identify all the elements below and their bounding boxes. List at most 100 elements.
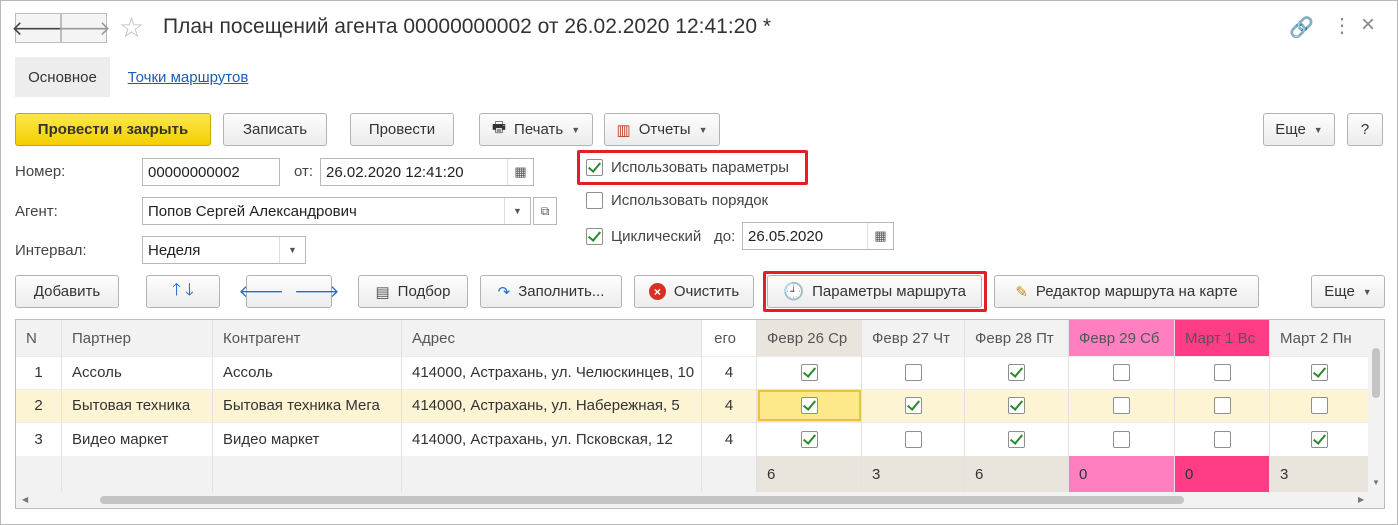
day-cell[interactable] [1175,389,1270,422]
agent-label: Агент: [15,203,58,220]
move-left-right-buttons[interactable]: 🡐 🡒 [238,275,340,308]
day-cell[interactable] [1069,389,1175,422]
horizontal-scrollbar[interactable]: ◀ ▶ [16,492,1384,508]
link-icon[interactable]: 🔗 [1289,15,1314,40]
forward-button[interactable]: 🡒 [57,13,111,43]
visit-checkbox[interactable] [1008,430,1025,448]
save-button[interactable]: Записать [223,113,327,146]
header-day[interactable]: Март 1 Вс [1175,320,1270,356]
arrow-down-icon[interactable]: 🡓 [185,277,194,306]
move-up-down-buttons[interactable]: 🡑 🡓 [146,275,220,308]
add-button[interactable]: Добавить [15,275,119,308]
header-day[interactable]: Февр 28 Пт [965,320,1069,356]
print-button[interactable]: 🖶 Печать ▼ [479,113,593,146]
day-cell[interactable] [862,356,965,389]
header-count[interactable]: его [702,320,757,356]
day-cell[interactable] [965,422,1069,456]
favorite-star-icon[interactable]: ☆ [119,11,144,44]
day-cell[interactable] [1270,356,1370,389]
map-editor-label: Редактор маршрута на карте [1035,283,1238,300]
visit-checkbox[interactable] [1213,397,1231,414]
clear-button[interactable]: × Очистить [634,275,754,308]
header-day[interactable]: Февр 26 Ср [757,320,862,356]
visit-checkbox[interactable] [1311,397,1328,414]
chevron-down-icon[interactable]: ▼ [279,237,305,263]
day-cell[interactable] [757,356,862,389]
use-order-checkbox[interactable] [586,192,603,209]
horizontal-scroll-thumb[interactable] [100,496,1184,504]
visit-checkbox[interactable] [1113,364,1130,381]
calendar-icon[interactable]: ▦ [867,223,893,249]
pick-button[interactable]: ▤ Подбор [358,275,468,308]
calendar-icon[interactable]: ▦ [507,159,533,185]
until-date-field[interactable]: 26.05.2020 ▦ [742,222,894,250]
interval-select[interactable]: Неделя ▼ [142,236,306,264]
header-number[interactable]: N [16,320,62,356]
header-partner[interactable]: Партнер [62,320,213,356]
visit-checkbox[interactable] [1311,430,1328,448]
date-field[interactable]: 26.02.2020 12:41:20 ▦ [320,158,534,186]
header-address[interactable]: Адрес [402,320,702,356]
table-more-button[interactable]: Еще ▼ [1311,275,1385,308]
fill-button[interactable]: ↷ Заполнить... [480,275,622,308]
header-day[interactable]: Март 2 Пн [1270,320,1370,356]
visit-checkbox[interactable] [904,397,922,414]
vertical-scrollbar[interactable]: ▼ [1368,320,1384,494]
day-cell[interactable] [1069,356,1175,389]
chevron-down-icon: ▼ [1362,286,1372,297]
more-button[interactable]: Еще ▼ [1263,113,1335,146]
scroll-left-icon[interactable]: ◀ [22,495,28,504]
day-cell[interactable] [1270,422,1370,456]
day-cell[interactable] [1069,422,1175,456]
day-cell[interactable] [965,356,1069,389]
visit-checkbox[interactable] [904,364,922,381]
scroll-right-icon[interactable]: ▶ [1358,495,1364,504]
arrow-left-icon[interactable]: 🡐 [238,282,284,302]
day-cell[interactable] [757,422,862,456]
close-icon[interactable]: × [1361,11,1375,39]
visit-checkbox[interactable] [1008,364,1025,381]
day-cell[interactable] [1270,389,1370,422]
post-button[interactable]: Провести [350,113,454,146]
day-cell[interactable] [1175,356,1270,389]
visit-checkbox[interactable] [800,364,818,381]
open-item-icon[interactable]: ⧉ [533,197,557,225]
vertical-scroll-thumb[interactable] [1372,348,1380,398]
post-and-close-button[interactable]: Провести и закрыть [15,113,211,146]
chevron-down-icon[interactable]: ▼ [504,198,530,224]
visit-checkbox[interactable] [1311,364,1328,381]
visit-checkbox[interactable] [904,430,922,448]
visit-checkbox[interactable] [1213,364,1231,381]
visit-checkbox[interactable] [1213,430,1231,448]
day-cell[interactable] [862,389,965,422]
header-counterparty[interactable]: Контрагент [213,320,402,356]
reports-button[interactable]: ▥ Отчеты ▼ [604,113,720,146]
day-cell[interactable] [757,389,862,422]
day-cell[interactable] [862,422,965,456]
visit-checkbox[interactable] [1008,397,1025,414]
tab-route-points[interactable]: Точки маршрутов [123,57,253,97]
map-editor-button[interactable]: ✎ Редактор маршрута на карте [994,275,1259,308]
agent-field[interactable]: Попов Сергей Александрович ▼ [142,197,531,225]
visit-checkbox[interactable] [800,430,818,448]
more-vertical-icon[interactable]: ⋮ [1332,13,1352,38]
back-button[interactable]: 🡐 [11,13,65,43]
print-label: Печать [514,121,564,138]
header-day[interactable]: Февр 27 Чт [862,320,965,356]
scroll-down-icon[interactable]: ▼ [1372,478,1380,487]
number-field[interactable]: 00000000002 [142,158,280,186]
visit-checkbox[interactable] [1113,397,1130,414]
totals-cell [213,456,402,492]
visit-checkbox[interactable] [800,397,818,414]
tab-main[interactable]: Основное [15,57,110,97]
cyclic-checkbox[interactable] [586,228,603,245]
day-total: 0 [1069,456,1175,492]
day-cell[interactable] [965,389,1069,422]
help-button[interactable]: ? [1347,113,1383,146]
header-day[interactable]: Февр 29 Сб [1069,320,1175,356]
chevron-down-icon: ▼ [571,124,581,135]
arrow-up-icon[interactable]: 🡑 [172,277,181,306]
visit-checkbox[interactable] [1113,430,1130,448]
arrow-right-icon[interactable]: 🡒 [294,282,340,302]
day-cell[interactable] [1175,422,1270,456]
